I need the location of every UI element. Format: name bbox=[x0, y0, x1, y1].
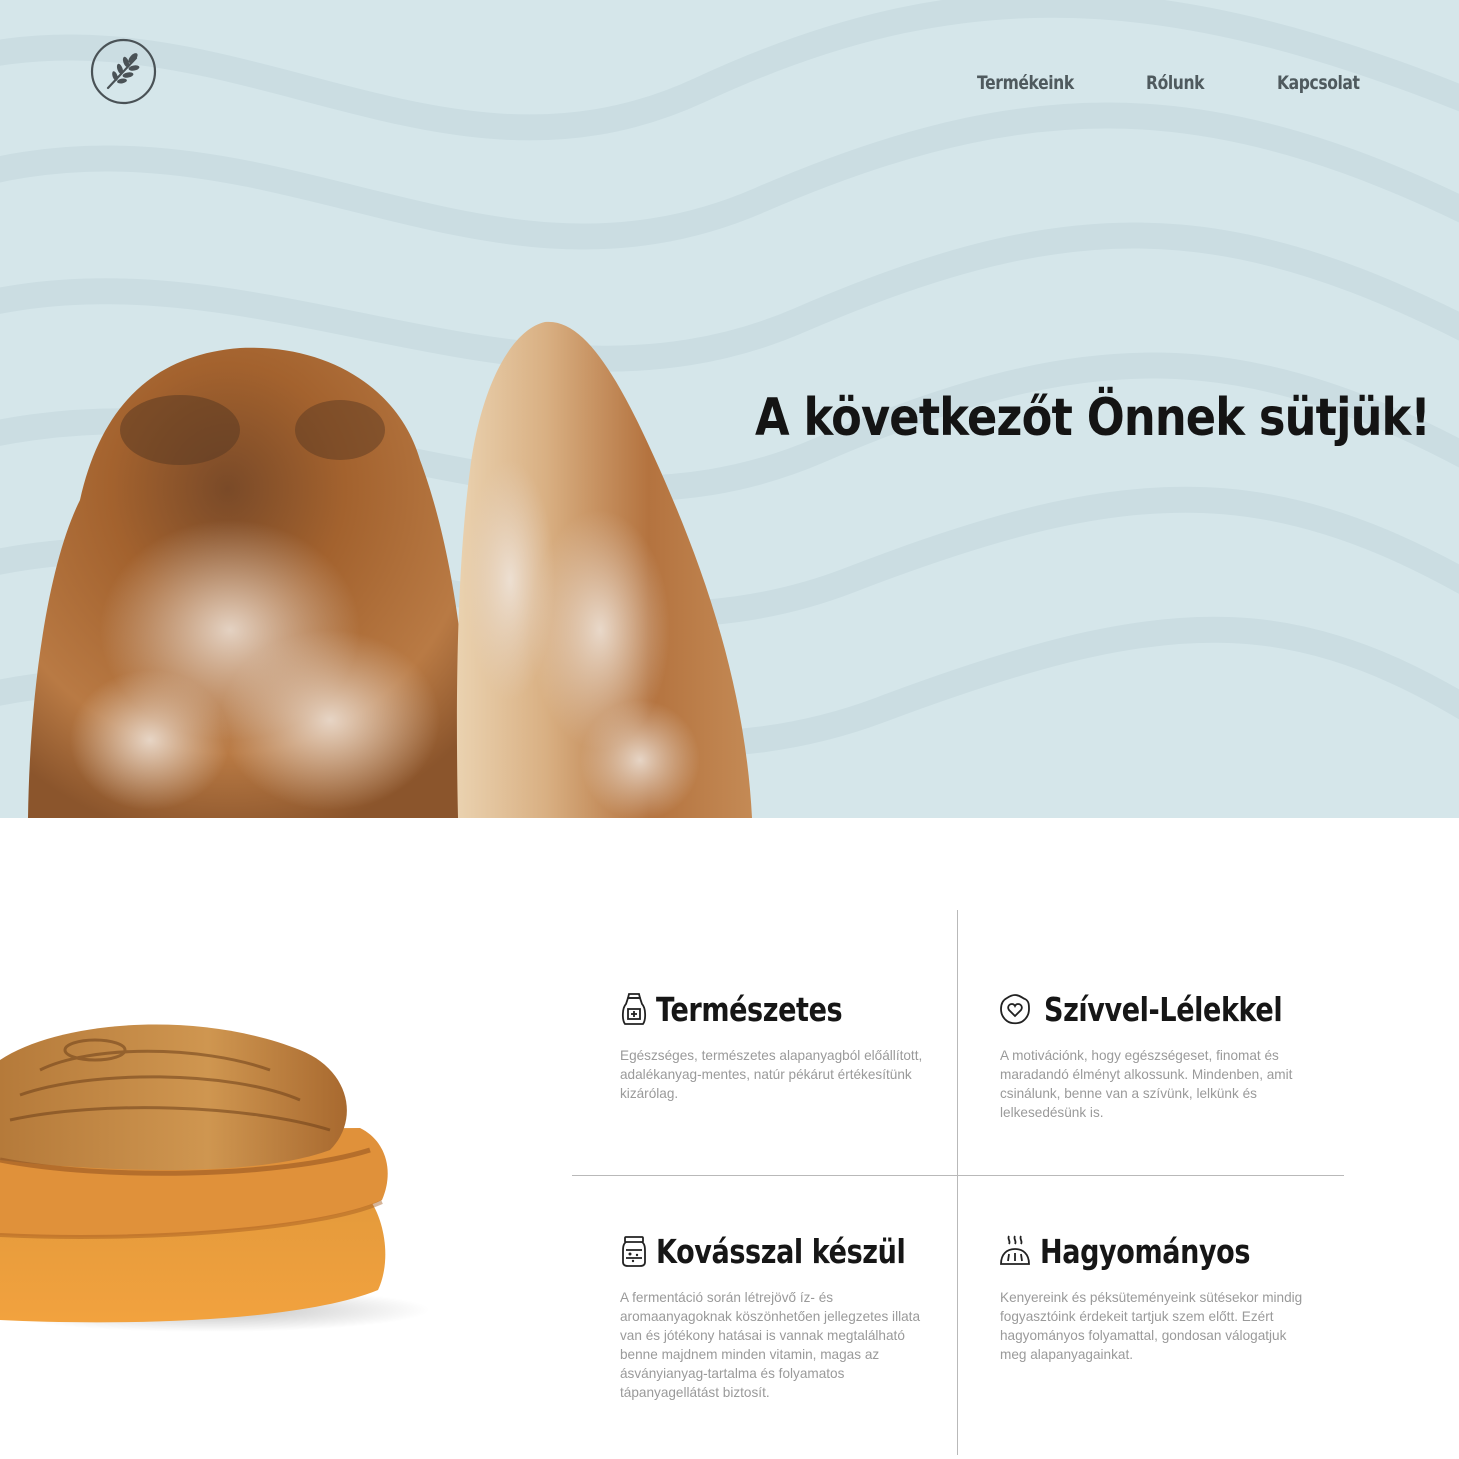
grid-divider-vertical bbox=[957, 910, 958, 1455]
feature-text: A motivációnk, hogy egészségeset, finoma… bbox=[1000, 1048, 1293, 1120]
feature-text: Kenyereink és péksüteményeink sütésekor … bbox=[1000, 1290, 1303, 1362]
feature-title: Kovásszal készül bbox=[656, 1232, 906, 1271]
hero-title: A következőt Önnek sütjük! bbox=[755, 388, 1431, 448]
feature-text: A fermentáció során létrejövő íz- és aro… bbox=[620, 1290, 921, 1400]
feature-termeszetes: Természetes Egészséges, természetes alap… bbox=[620, 990, 930, 1103]
feature-title: Szívvel-Lélekkel bbox=[1044, 990, 1283, 1029]
feature-hagyomanyos: Hagyományos Kenyereink és péksüteményein… bbox=[1000, 1232, 1310, 1364]
nav-item-kapcsolat[interactable]: Kapcsolat bbox=[1277, 72, 1360, 94]
sourdough-jar-icon bbox=[622, 1236, 646, 1267]
cinnamon-roll-image bbox=[0, 1024, 430, 1332]
bread-loaves-image bbox=[28, 321, 752, 818]
feature-title: Hagyományos bbox=[1040, 1232, 1251, 1271]
feature-text: Egészséges, természetes alapanyagból elő… bbox=[620, 1048, 923, 1101]
feature-szivvel-lelekkel: Szívvel-Lélekkel A motivációnk, hogy egé… bbox=[1000, 990, 1310, 1122]
baked-bread-icon bbox=[1000, 1235, 1030, 1265]
nav-item-rolunk[interactable]: Rólunk bbox=[1146, 72, 1205, 94]
grid-divider-horizontal bbox=[572, 1175, 1344, 1176]
nav-item-termekeink[interactable]: Termékeink bbox=[977, 72, 1074, 94]
hero-section: Termékeink Rólunk Kapcsolat A következőt… bbox=[0, 0, 1459, 818]
flour-sack-icon bbox=[621, 993, 647, 1025]
feature-title: Természetes bbox=[656, 990, 843, 1029]
main-navigation: Termékeink Rólunk Kapcsolat bbox=[0, 72, 1459, 102]
heart-cookie-icon bbox=[1000, 994, 1030, 1025]
feature-kovasszal-keszul: Kovásszal készül A fermentáció során lét… bbox=[620, 1232, 920, 1402]
